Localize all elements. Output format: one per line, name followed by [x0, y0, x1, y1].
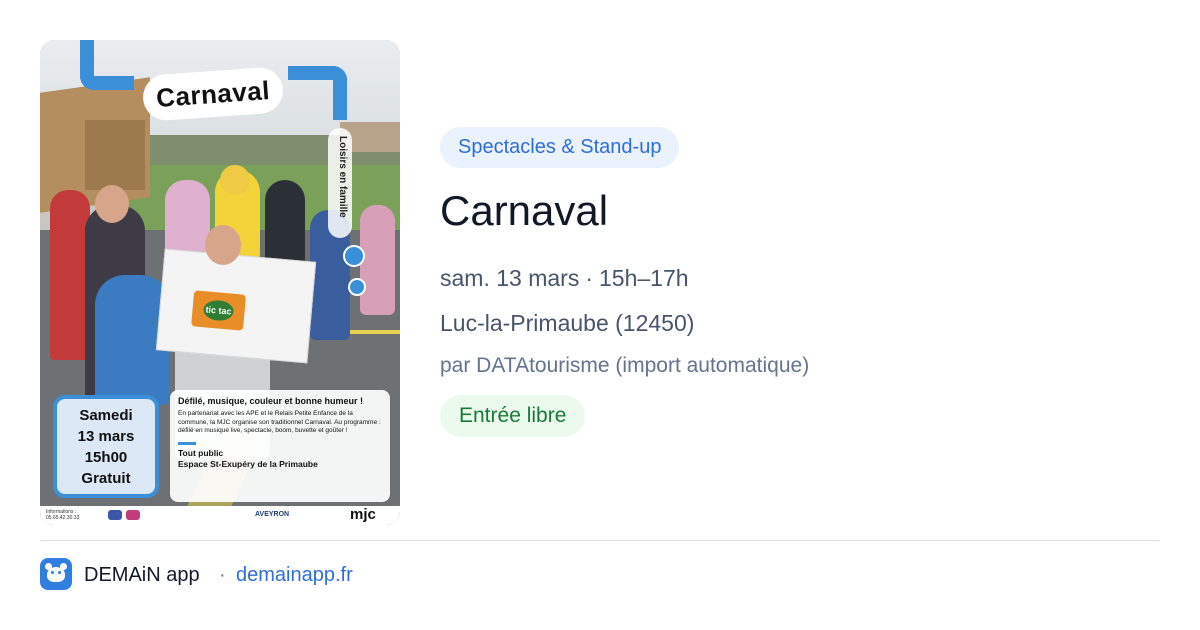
event-title: Carnaval — [440, 187, 609, 234]
facebook-icon — [108, 510, 122, 520]
poster-date-line: 15h00 — [84, 448, 128, 466]
poster-box-costume: tic tac — [155, 248, 317, 364]
poster-date-line: Samedi — [79, 406, 133, 424]
event-source: par DATAtourisme (import automatique) — [440, 354, 810, 377]
poster-corner-decoration — [80, 40, 134, 90]
poster-info-box: Défilé, musique, couleur et bonne humeur… — [170, 390, 390, 502]
poster-body: En partenariat avec les APE et le Relais… — [178, 410, 381, 434]
tic-tac-logo-text: tic tac — [202, 299, 235, 322]
poster-corner-decoration — [288, 66, 347, 120]
poster-cardboard-costume — [85, 120, 145, 190]
app-name: DEMAiN app — [84, 564, 200, 586]
footer-divider — [40, 540, 1160, 541]
footer-separator: · — [219, 564, 226, 586]
app-logo-icon — [40, 558, 72, 590]
poster-separator — [178, 441, 196, 445]
price-badge: Entrée libre — [440, 395, 586, 437]
partner-aveyron-logo: AVEYRON — [255, 511, 290, 518]
event-location: Luc-la-Primaube (12450) — [440, 310, 695, 336]
event-poster-image: tic tac Carnaval Loisirs en famille Same… — [40, 40, 400, 525]
app-logo-eye — [58, 571, 61, 574]
poster-dot-decoration — [348, 278, 366, 296]
tic-tac-logo: tic tac — [191, 290, 247, 331]
poster-title: Carnaval — [141, 66, 285, 122]
app-domain-link[interactable]: demainapp.fr — [236, 562, 353, 588]
poster-info-phone: 05.65.42.30.33 — [46, 515, 80, 521]
poster-person — [360, 205, 395, 315]
poster-person-head — [95, 185, 129, 223]
partner-mjc-logo: mjc — [350, 506, 376, 523]
poster-venue: Espace St-Exupéry de la Primaube — [178, 458, 318, 469]
poster-vertical-tag: Loisirs en famille — [328, 128, 352, 238]
poster-vertical-tag-text: Loisirs en famille — [337, 136, 348, 218]
datetime-separator: · — [585, 265, 593, 291]
poster-info-contact: Informations : 05.65.42.30.33 — [46, 509, 96, 521]
poster-grass — [120, 165, 400, 235]
poster-date-line: 13 mars — [77, 427, 135, 445]
category-badge: Spectacles & Stand-up — [440, 127, 680, 168]
poster-dot-decoration — [343, 245, 365, 267]
poster-date-line: Gratuit — [81, 469, 131, 487]
app-logo-eye — [51, 571, 54, 574]
poster-footer-strip: Informations : 05.65.42.30.33 AVEYRON mj… — [40, 506, 400, 525]
event-date: sam. 13 mars — [440, 265, 580, 291]
poster-person-head — [205, 225, 241, 265]
event-datetime: sam. 13 mars · 15h–17h — [440, 263, 689, 293]
event-time: 15h–17h — [599, 265, 689, 291]
poster-headline: Défilé, musique, couleur et bonne humeur… — [178, 396, 364, 406]
app-logo-face — [47, 567, 65, 582]
poster-date-box: Samedi 13 mars 15h00 Gratuit — [53, 395, 159, 498]
poster-person — [50, 190, 90, 360]
poster-audience: Tout public — [178, 447, 224, 458]
instagram-icon — [126, 510, 140, 520]
poster-person-head — [220, 165, 250, 195]
